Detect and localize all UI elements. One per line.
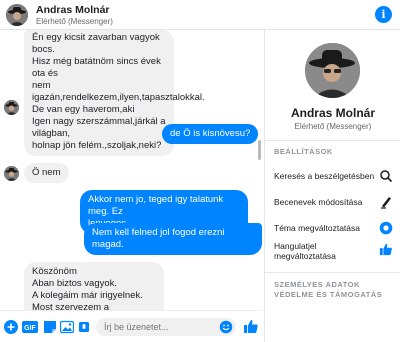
message-line: Én egy kicsit zavarban vagyok bocs. (32, 32, 160, 55)
search-icon (380, 170, 393, 183)
message-line: igazán,rendelkezem,ilyen,tapasztalokkal. (32, 92, 205, 103)
profile-avatar[interactable] (305, 43, 360, 98)
avatar[interactable] (6, 4, 28, 26)
theme-icon (379, 221, 393, 235)
message-line: Igen nagy szerszámmal,járkál a világban, (32, 116, 166, 139)
settings-item-nicknames[interactable]: Becenevek módosítása (265, 190, 400, 214)
like-button[interactable] (243, 318, 259, 334)
audio-button[interactable] (77, 320, 91, 334)
photo-button[interactable] (59, 320, 75, 334)
message-line: Ö nem (32, 167, 61, 178)
settings-item-label: Téma megváltoztatása (274, 223, 360, 233)
conversation-details-panel: Andras Molnár Elérhető (Messenger) BEÁLL… (264, 30, 400, 342)
sender-avatar[interactable] (4, 100, 19, 115)
message-bubble[interactable]: Ö nem (24, 163, 69, 183)
composer: GIF (0, 310, 262, 342)
emoji-button[interactable] (219, 320, 233, 334)
message-line: Most szervezem a hiányzásomat. (32, 302, 110, 310)
gif-icon: GIF (22, 321, 38, 333)
settings-section-title[interactable]: BEÁLLÍTÁSOK (274, 147, 333, 157)
microphone-icon (79, 322, 89, 332)
conversation-header: Andras Molnár Elérhető (Messenger) i (0, 0, 400, 30)
message-line: de Ö is kisnövesu? (170, 128, 251, 139)
message-list[interactable]: Én egy kicsit zavarban vagyok bocs. Hisz… (0, 30, 262, 310)
profile-photo (4, 100, 19, 115)
message-input[interactable] (96, 318, 236, 336)
info-icon: i (381, 8, 386, 21)
info-button[interactable]: i (375, 6, 392, 23)
message-line: Nem kell felned jol fogod erezni magad. (92, 227, 225, 250)
message-bubble[interactable]: Nem kell felned jol fogod erezni magad. (84, 223, 262, 255)
divider (265, 140, 400, 141)
svg-text:GIF: GIF (24, 325, 36, 332)
message-line: nem (32, 80, 51, 91)
message-bubble[interactable]: Én egy kicsit zavarban vagyok bocs. Hisz… (24, 30, 205, 156)
contact-name[interactable]: Andras Molnár (36, 4, 110, 16)
message-line: Aban biztos vagyok. (32, 278, 118, 289)
message-line: A kolegáim már irigyelnek. (32, 290, 143, 301)
divider (265, 272, 400, 273)
settings-item-label: Keresés a beszélgetésben (274, 171, 375, 181)
message-bubble[interactable]: de Ö is kisnövesu? (162, 124, 259, 144)
privacy-section-title[interactable]: SZEMÉLYES ADATOK VÉDELME ÉS TÁMOGATÁS (274, 280, 384, 300)
sticker-icon (44, 321, 56, 333)
settings-item-emoji[interactable]: Hangulatjel megváltoztatása (265, 239, 400, 267)
plus-icon (4, 320, 18, 334)
sticker-button[interactable] (43, 320, 57, 334)
profile-name: Andras Molnár (290, 106, 375, 120)
thumbs-up-icon (379, 243, 392, 256)
gif-button[interactable]: GIF (22, 320, 38, 334)
profile-photo (4, 166, 19, 181)
message-line: De van egy haverom,aki (32, 104, 135, 115)
sender-avatar[interactable] (4, 166, 19, 181)
settings-item-label: Becenevek módosítása (274, 197, 363, 207)
plus-button[interactable] (4, 320, 18, 334)
message-bubble[interactable]: Köszönöm Aban biztos vagyok. A kolegáim … (24, 262, 164, 310)
settings-item-theme[interactable]: Téma megváltoztatása (265, 216, 400, 240)
image-icon (59, 320, 75, 334)
settings-item-search[interactable]: Keresés a beszélgetésben (265, 164, 400, 188)
message-line: Hisz még batátnöm sincs évek ota és (32, 56, 161, 79)
pencil-icon (381, 197, 391, 209)
message-line: Köszönöm (32, 266, 77, 277)
message-line: Akkor nem jo, teged igy talatunk meg. Ez (88, 194, 224, 217)
profile-photo (6, 4, 28, 26)
contact-status: Elérhető (Messenger) (36, 17, 113, 26)
settings-item-label: Hangulatjel megváltoztatása (274, 241, 336, 261)
thumbs-up-icon (244, 319, 258, 333)
profile-status: Elérhető (Messenger) (294, 122, 372, 131)
smiley-icon (219, 320, 233, 334)
profile-photo (305, 43, 360, 98)
message-line: holnap jön felém.,szoljak,neki? (32, 140, 162, 151)
chat-scrollbar[interactable] (258, 140, 261, 160)
